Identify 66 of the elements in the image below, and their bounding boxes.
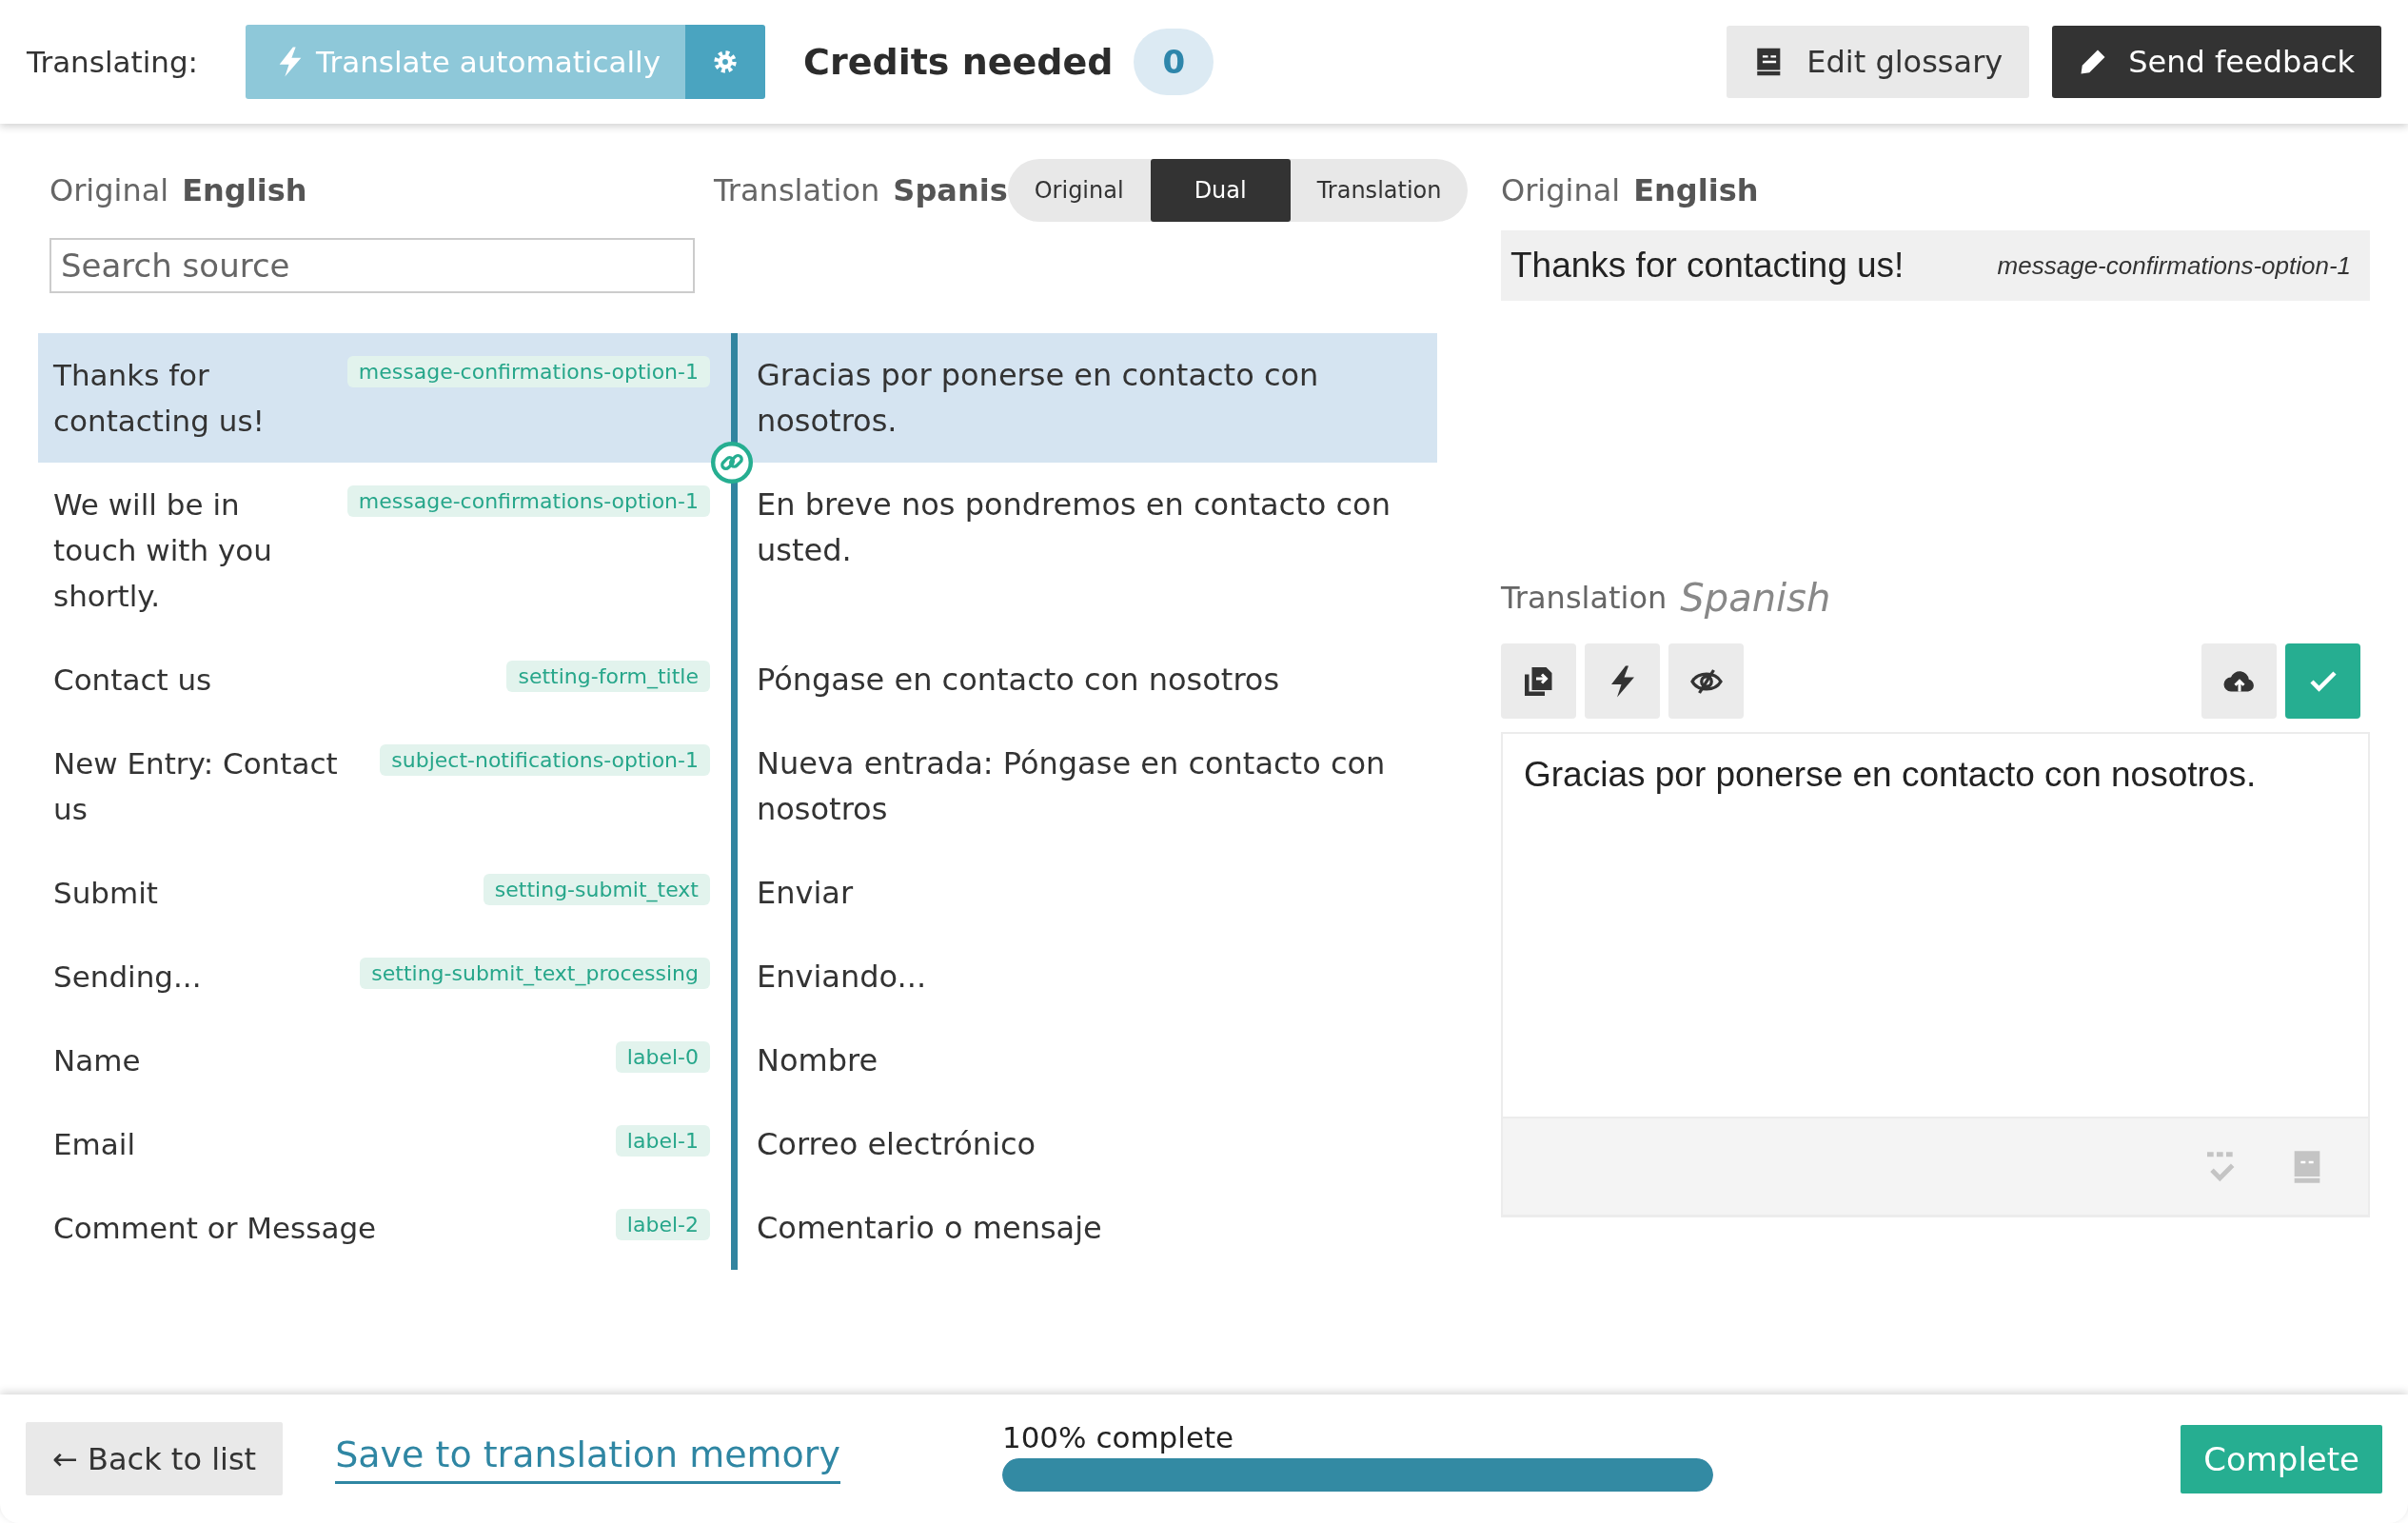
translation-text: Nueva entrada: Póngase en contacto con nosotros [757, 745, 1386, 827]
segment-row[interactable]: Thanks for contacting us! message-confirmations-option-1 Gracias por ponerse en contacto con nosotros. [38, 333, 1437, 463]
translation-text: Enviar [757, 875, 854, 911]
original-language: English [182, 172, 307, 208]
edit-glossary-button[interactable]: Edit glossary [1727, 26, 2030, 98]
segment-row[interactable]: New Entry: Contact us subject-notifications-option-1 Nueva entrada: Póngase en contacto con nosotros [38, 722, 1437, 851]
view-mode-tab[interactable]: Original [1007, 159, 1151, 222]
key-tag: setting-submit_text [483, 874, 710, 905]
translation-text: Comentario o mensaje [757, 1210, 1102, 1246]
source-text: New Entry: Contact us [53, 745, 339, 828]
credits-label: Credits needed [803, 41, 1114, 83]
source-preview-text: Thanks for contacting us! [1510, 246, 1905, 286]
translating-label: Translating: [27, 45, 199, 79]
translation-language: Spanis [893, 172, 1008, 208]
detail-original-language: English [1633, 172, 1759, 208]
key-tag: label-0 [615, 1041, 710, 1073]
source-text: We will be in touch with you shortly. [53, 486, 273, 615]
search-field[interactable]: Search source [49, 238, 695, 293]
auto-translate-button[interactable] [1585, 643, 1660, 719]
key-tag: message-confirmations-option-1 [346, 485, 710, 517]
segment-row[interactable]: Submit setting-submit_text Enviar [38, 851, 1437, 935]
detail-translation-label: Translation [1501, 580, 1668, 616]
segment-row[interactable]: Email label-1 Correo electrónico [38, 1102, 1437, 1186]
key-tag: subject-notifications-option-1 [380, 744, 710, 776]
key-tag: message-confirmations-option-1 [346, 356, 710, 387]
source-text: Email [53, 1126, 135, 1163]
key-tag: setting-form_title [506, 661, 710, 692]
credits-count: 0 [1134, 29, 1214, 95]
detail-original-label: Original [1501, 172, 1621, 208]
progress-label: 100% complete [1001, 1420, 1235, 1454]
source-text: Comment or Message [53, 1210, 377, 1247]
key-tag: label-2 [615, 1209, 710, 1240]
source-text: Name [53, 1042, 141, 1079]
translation-text: Gracias por ponerse en contacto con nosotros. [757, 357, 1319, 439]
source-text: Thanks for contacting us! [53, 357, 266, 440]
view-mode-tab[interactable]: Translation [1290, 159, 1469, 222]
segment-row[interactable]: Contact us setting-form_title Póngase en contacto con nosotros [38, 638, 1437, 722]
translation-text: Póngase en contacto con nosotros [757, 662, 1280, 698]
link-icon [711, 442, 753, 484]
source-text: Contact us [53, 662, 212, 699]
segment-row[interactable]: Sending... setting-submit_text_processing Enviando... [38, 935, 1437, 1019]
key-tag: setting-submit_text_processing [360, 958, 710, 989]
key-tag: label-1 [615, 1125, 710, 1157]
view-mode-tab[interactable]: Dual [1150, 159, 1291, 222]
copy-source-button[interactable] [1501, 643, 1576, 719]
settings-button[interactable] [685, 25, 766, 99]
segment-row[interactable]: Name label-0 Nombre [38, 1019, 1437, 1102]
segment-row[interactable]: We will be in touch with you shortly. message-confirmations-option-1 En breve nos pondremos en contacto con usted. [38, 463, 1437, 638]
translation-text: Nombre [757, 1042, 878, 1078]
source-text: Sending... [53, 959, 202, 996]
back-to-list-button[interactable]: ← Back to list [26, 1422, 284, 1495]
translation-label: Translation [714, 172, 880, 208]
settings-icon [712, 49, 740, 75]
translation-text: En breve nos pondremos en contacto con usted. [757, 486, 1391, 568]
upload-button[interactable] [2201, 643, 2277, 719]
detail-translation-language: Spanish [1680, 576, 1831, 620]
source-key: message-confirmations-option-1 [1997, 250, 2351, 281]
hide-button[interactable] [1668, 643, 1744, 719]
translation-field[interactable]: Gracias por ponerse en contacto con nosotros. [1501, 732, 2370, 1117]
original-label: Original [49, 172, 169, 208]
translation-text: Enviando... [757, 959, 927, 995]
source-text: Submit [53, 875, 158, 912]
segment-row[interactable]: Comment or Message label-2 Comentario o mensaje [38, 1186, 1437, 1270]
send-feedback-button[interactable]: Send feedback [2052, 26, 2381, 98]
translation-text: Correo electrónico [757, 1126, 1036, 1162]
save-to-memory-link[interactable]: Save to translation memory [335, 1434, 840, 1484]
